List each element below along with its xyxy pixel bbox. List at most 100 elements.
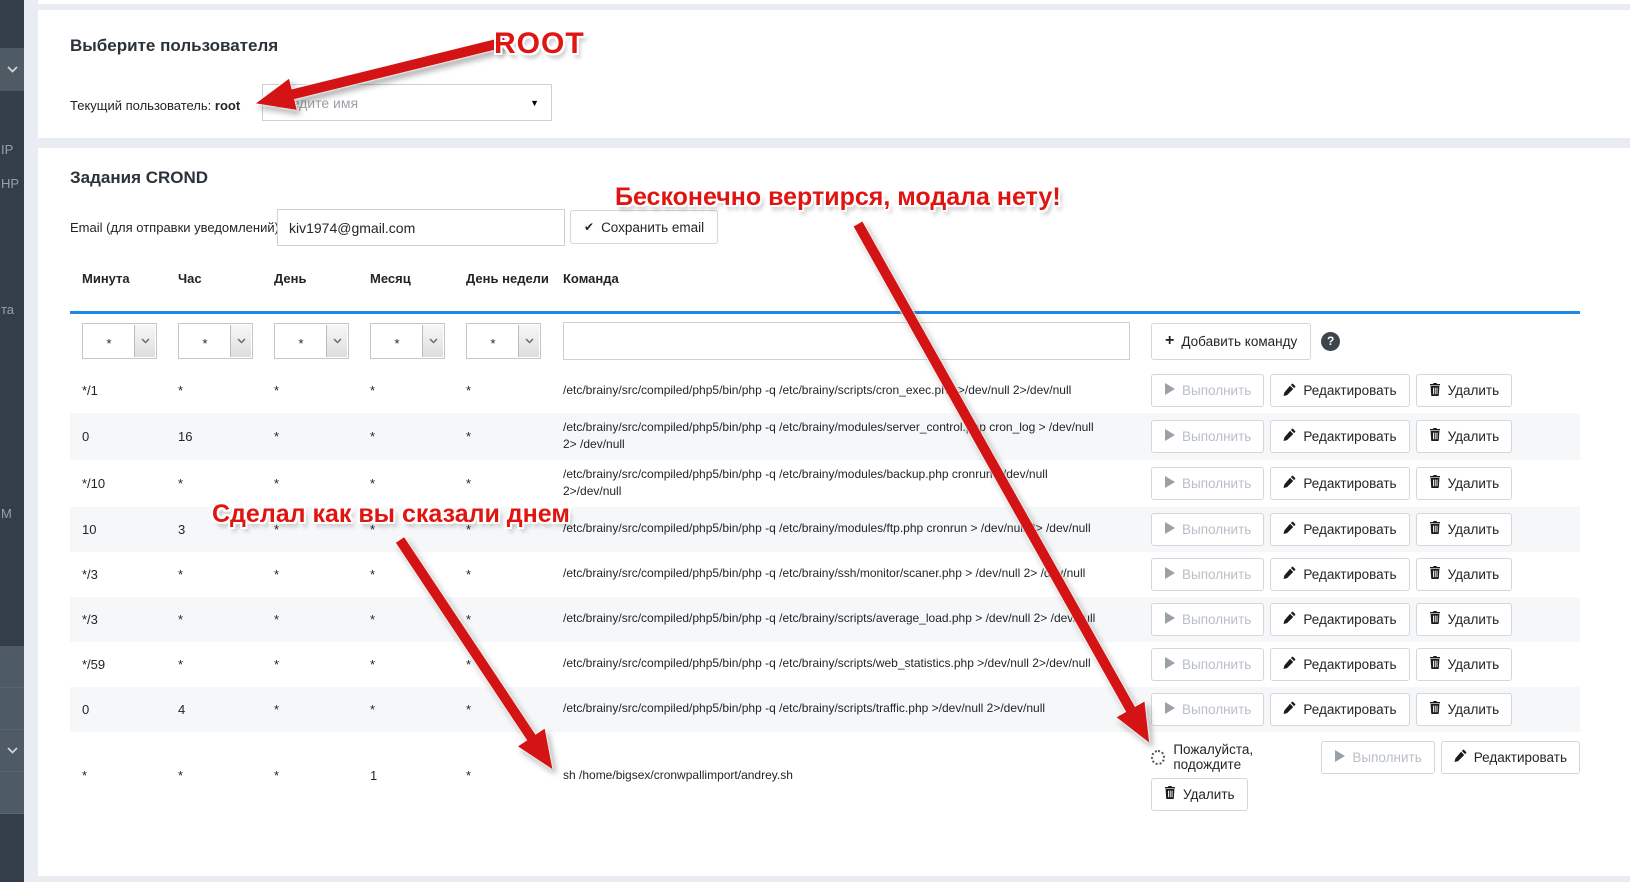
- sidebar-item[interactable]: [0, 646, 24, 688]
- delete-button[interactable]: Удалить: [1416, 603, 1513, 636]
- edit-button[interactable]: Редактировать: [1270, 374, 1409, 407]
- select-arrow-icon[interactable]: [422, 325, 443, 357]
- pencil-icon: [1283, 475, 1296, 491]
- sidebar: IP HP та М: [0, 0, 24, 882]
- help-icon[interactable]: ?: [1321, 332, 1340, 351]
- col-header-month: Месяц: [358, 264, 454, 299]
- cron-row: */3 * * * * /etc/brainy/src/compiled/php…: [70, 552, 1580, 597]
- delete-button[interactable]: Удалить: [1416, 467, 1513, 500]
- user-select-placeholder: Введите имя: [275, 95, 530, 111]
- play-icon: [1164, 657, 1175, 672]
- sidebar-item[interactable]: [0, 688, 24, 730]
- delete-button[interactable]: Удалить: [1416, 374, 1513, 407]
- sidebar-item-fragment[interactable]: IP: [1, 142, 13, 157]
- run-button[interactable]: Выполнить: [1151, 513, 1264, 546]
- crond-title: Задания CROND: [70, 168, 208, 188]
- sidebar-item[interactable]: [0, 730, 24, 772]
- edit-button[interactable]: Редактировать: [1270, 513, 1409, 546]
- cron-rows: */1 * * * * /etc/brainy/src/compiled/php…: [70, 368, 1580, 820]
- delete-button[interactable]: Удалить: [1416, 648, 1513, 681]
- row-actions: Выполнить Редактировать Удалить: [1143, 374, 1580, 407]
- cron-table-header: Минута Час День Месяц День недели Команд…: [70, 252, 1580, 314]
- edit-button[interactable]: Редактировать: [1441, 741, 1580, 774]
- save-email-button[interactable]: ✔ Сохранить email: [570, 210, 718, 244]
- delete-button[interactable]: Удалить: [1416, 420, 1513, 453]
- weekday-cell: *: [454, 768, 551, 783]
- pencil-icon: [1283, 521, 1296, 537]
- command-cell: sh /home/bigsex/cronwpallimport/andrey.s…: [551, 767, 1143, 784]
- select-arrow-icon[interactable]: [230, 325, 251, 357]
- row-actions-pending: Пожалуйста, подождите Выполнить Редактир…: [1143, 741, 1580, 811]
- run-button[interactable]: Выполнить: [1151, 420, 1264, 453]
- edit-button[interactable]: Редактировать: [1270, 648, 1409, 681]
- month-cell: *: [358, 383, 454, 398]
- chevron-down-icon: [7, 747, 18, 754]
- run-button[interactable]: Выполнить: [1151, 693, 1264, 726]
- caret-down-icon: ▼: [530, 98, 539, 108]
- day-cell: *: [262, 429, 358, 444]
- run-button[interactable]: Выполнить: [1151, 558, 1264, 591]
- play-icon: [1164, 429, 1175, 444]
- select-user-title: Выберите пользователя: [70, 36, 278, 56]
- minute-cell: */1: [70, 383, 166, 398]
- run-button[interactable]: Выполнить: [1321, 741, 1434, 774]
- sidebar-item-fragment[interactable]: М: [1, 506, 12, 521]
- hour-select[interactable]: *: [178, 323, 253, 359]
- cron-row: */1 * * * * /etc/brainy/src/compiled/php…: [70, 368, 1580, 413]
- sidebar-item-fragment[interactable]: HP: [1, 176, 19, 191]
- add-command-button[interactable]: + Добавить команду: [1151, 323, 1311, 360]
- run-button[interactable]: Выполнить: [1151, 374, 1264, 407]
- day-cell: *: [262, 476, 358, 491]
- sidebar-item[interactable]: [0, 772, 24, 814]
- command-cell: /etc/brainy/src/compiled/php5/bin/php -q…: [551, 565, 1143, 582]
- select-arrow-icon[interactable]: [326, 325, 347, 357]
- row-actions: Выполнить Редактировать Удалить: [1143, 603, 1580, 636]
- delete-button[interactable]: Удалить: [1416, 693, 1513, 726]
- select-arrow-icon[interactable]: [518, 325, 539, 357]
- minute-cell: 10: [70, 522, 166, 537]
- chevron-down-icon: [7, 66, 18, 73]
- hour-cell: *: [166, 383, 262, 398]
- month-cell: *: [358, 657, 454, 672]
- top-strip: [38, 0, 1630, 4]
- minute-cell: 0: [70, 702, 166, 717]
- run-button[interactable]: Выполнить: [1151, 648, 1264, 681]
- edit-button[interactable]: Редактировать: [1270, 603, 1409, 636]
- weekday-cell: *: [454, 657, 551, 672]
- user-select[interactable]: Введите имя ▼: [262, 84, 552, 121]
- edit-button[interactable]: Редактировать: [1270, 558, 1409, 591]
- month-cell: *: [358, 702, 454, 717]
- annotation-day-note: Сделал как вы сказали днем: [212, 500, 570, 529]
- weekday-select[interactable]: *: [466, 323, 541, 359]
- trash-icon: [1164, 786, 1176, 802]
- sidebar-item-fragment[interactable]: та: [1, 302, 14, 317]
- sidebar-item-active[interactable]: [0, 48, 24, 91]
- run-button[interactable]: Выполнить: [1151, 467, 1264, 500]
- edit-button[interactable]: Редактировать: [1270, 467, 1409, 500]
- hour-cell: *: [166, 768, 262, 783]
- run-button[interactable]: Выполнить: [1151, 603, 1264, 636]
- email-input[interactable]: [277, 209, 565, 246]
- delete-button[interactable]: Удалить: [1416, 558, 1513, 591]
- cron-row: * * * 1 * sh /home/bigsex/cronwpallimpor…: [70, 732, 1580, 820]
- play-icon: [1164, 702, 1175, 717]
- month-select[interactable]: *: [370, 323, 445, 359]
- edit-button[interactable]: Редактировать: [1270, 693, 1409, 726]
- delete-button[interactable]: Удалить: [1151, 778, 1248, 811]
- new-command-input[interactable]: [563, 322, 1130, 360]
- edit-button[interactable]: Редактировать: [1270, 420, 1409, 453]
- delete-button[interactable]: Удалить: [1416, 513, 1513, 546]
- play-icon: [1164, 522, 1175, 537]
- day-cell: *: [262, 383, 358, 398]
- hour-cell: *: [166, 476, 262, 491]
- minute-select[interactable]: *: [82, 323, 157, 359]
- day-select[interactable]: *: [274, 323, 349, 359]
- select-arrow-icon[interactable]: [134, 325, 155, 357]
- hour-cell: *: [166, 657, 262, 672]
- day-cell: *: [262, 567, 358, 582]
- pencil-icon: [1283, 701, 1296, 717]
- hour-cell: 4: [166, 702, 262, 717]
- cron-row: 0 16 * * * /etc/brainy/src/compiled/php5…: [70, 413, 1580, 460]
- weekday-cell: *: [454, 567, 551, 582]
- month-cell: *: [358, 429, 454, 444]
